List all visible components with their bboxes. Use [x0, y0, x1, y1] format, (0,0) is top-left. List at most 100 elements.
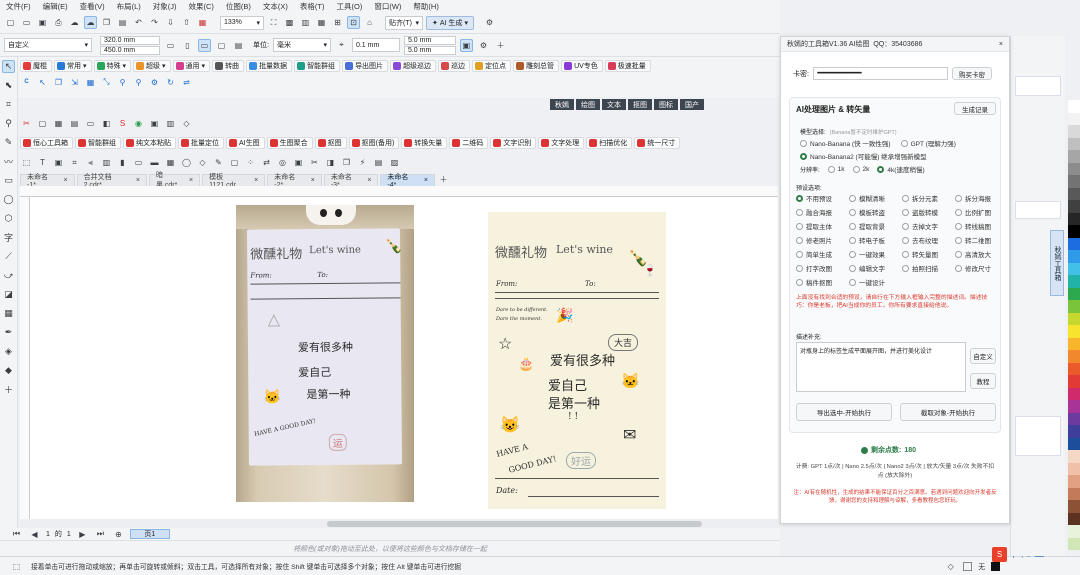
undo-icon[interactable]: ↶: [132, 16, 145, 29]
horizontal-ruler[interactable]: [20, 186, 778, 197]
plugin-qrcode[interactable]: 二维码: [449, 137, 489, 149]
model-radio-banana2[interactable]: Nano-Banana2 (可能慢) 继承增强新模型: [800, 151, 927, 161]
plugin-general[interactable]: 通用 ▾: [172, 60, 211, 72]
close-icon[interactable]: ×: [424, 177, 428, 184]
freehand-tool-icon[interactable]: ✎: [2, 136, 15, 149]
preset-radio[interactable]: 拆分元素: [902, 193, 955, 203]
circle-tool-icon[interactable]: ◉: [132, 117, 145, 130]
add-page-icon[interactable]: ⊕: [112, 528, 125, 541]
color-swatch[interactable]: [1068, 487, 1080, 500]
import-icon[interactable]: ⇩: [164, 16, 177, 29]
color-swatch[interactable]: [1068, 325, 1080, 338]
search-icon[interactable]: ⚲: [132, 76, 145, 89]
records-button[interactable]: 生成记录: [954, 102, 996, 115]
export-selected-button[interactable]: 导出选中-开始执行: [796, 403, 892, 421]
preset-radio[interactable]: 比例扩图: [955, 207, 1008, 217]
color-swatch[interactable]: [1068, 512, 1080, 525]
nav-tab-icons[interactable]: 图标: [654, 99, 678, 110]
preset-radio[interactable]: 拍照扫描: [902, 263, 955, 273]
plugin-anchor[interactable]: 定位点: [472, 60, 512, 72]
menu-window[interactable]: 窗口(W): [374, 1, 401, 12]
crop-tool-icon[interactable]: ⌗: [2, 98, 15, 111]
align-left-icon[interactable]: ⫷: [84, 156, 97, 169]
preset-radio[interactable]: 一键设计: [849, 277, 902, 287]
settings-gear-icon[interactable]: ⚙: [483, 16, 496, 29]
preset-radio[interactable]: 一键效果: [849, 249, 902, 259]
color-swatch[interactable]: [1068, 537, 1080, 550]
rect-icon[interactable]: ▭: [132, 156, 145, 169]
custom-button[interactable]: 自定义: [970, 348, 996, 364]
preset-radio[interactable]: 拆分海报: [955, 193, 1008, 203]
snap-icon[interactable]: ⊡: [347, 16, 360, 29]
plugin-vectorize[interactable]: 转换矢量: [401, 137, 448, 149]
preset-radio[interactable]: 稿件抠图: [796, 277, 849, 287]
plugin-convert-curves[interactable]: 转曲: [212, 60, 245, 72]
welcome-icon[interactable]: ⌂: [363, 16, 376, 29]
nudge-field[interactable]: 0.1 mm: [351, 38, 400, 52]
copy-icon[interactable]: ❐: [100, 16, 113, 29]
color-swatch[interactable]: [1068, 225, 1080, 238]
landscape-icon[interactable]: ▭: [198, 38, 211, 52]
outline-swatch[interactable]: [991, 561, 1000, 571]
color-swatch[interactable]: [1068, 312, 1080, 325]
doc-tab-active[interactable]: 未命名 -4* ×: [380, 173, 435, 189]
close-icon[interactable]: ×: [189, 177, 193, 184]
doc-tab[interactable]: 未命名 -1* ×: [20, 173, 75, 189]
plugin-magic-wand[interactable]: 魔棍: [20, 60, 52, 72]
shape-tool-icon[interactable]: ⬉: [2, 79, 15, 92]
preset-radio[interactable]: 高清放大: [955, 249, 1008, 259]
prev-page-icon[interactable]: ◀: [28, 528, 41, 541]
print-icon[interactable]: ⎙: [52, 16, 65, 29]
next-page-icon[interactable]: ▶: [76, 528, 89, 541]
magnifier-icon[interactable]: ⚲: [116, 76, 129, 89]
close-icon[interactable]: ×: [136, 177, 140, 184]
ellipse-tool-icon[interactable]: ◯: [2, 193, 15, 206]
color-swatch[interactable]: [1068, 462, 1080, 475]
export-icon[interactable]: ⇧: [180, 16, 193, 29]
treat-as-filled-icon[interactable]: ▣: [459, 38, 473, 52]
menu-bitmaps[interactable]: 位图(B): [226, 1, 251, 12]
portrait-icon[interactable]: ▯: [181, 39, 194, 52]
ime-logo-icon[interactable]: S: [992, 547, 1007, 562]
palette-tool-icon[interactable]: ▣: [148, 117, 161, 130]
dup-x-field[interactable]: 5.0 mm: [403, 35, 456, 45]
crop-object-button[interactable]: 截取对象-开始执行: [900, 403, 996, 421]
color-swatch[interactable]: [1068, 212, 1080, 225]
stack-tool-icon[interactable]: ▥: [164, 117, 177, 130]
plugin-common[interactable]: 常用 ▾: [54, 60, 92, 72]
nav-tab-qiuyan[interactable]: 秋嫣: [550, 99, 574, 110]
preset-radio[interactable]: 打字改图: [796, 263, 849, 273]
menu-effects[interactable]: 效果(C): [189, 1, 214, 12]
buy-key-button[interactable]: 购买卡密: [951, 67, 992, 80]
plugin-super-edge[interactable]: 超级巡边: [390, 60, 437, 72]
close-icon[interactable]: ×: [999, 41, 1003, 48]
plugin-scan-optimize[interactable]: 扫描优化: [586, 137, 633, 149]
pages-icon[interactable]: ❐: [340, 156, 353, 169]
all-pages-icon[interactable]: ▭: [164, 39, 177, 52]
polygon-tool-icon[interactable]: ⬡: [2, 212, 15, 225]
plugin-plain-paste[interactable]: 纯文本粘贴: [123, 137, 176, 149]
save2-icon[interactable]: ▤: [372, 156, 385, 169]
box-icon[interactable]: ▢: [228, 156, 241, 169]
pen-icon[interactable]: ✎: [212, 156, 225, 169]
ai-generate-button[interactable]: ✦ AI 生成 ▾: [426, 15, 474, 30]
color-swatch[interactable]: [1068, 150, 1080, 163]
crop-icon[interactable]: ⌗: [68, 156, 81, 169]
nav-tab-cutout[interactable]: 抠图: [628, 99, 652, 110]
diamond-icon[interactable]: ◇: [196, 156, 209, 169]
menu-file[interactable]: 文件(F): [6, 1, 31, 12]
current-page-icon[interactable]: ▢: [215, 39, 228, 52]
preset-radio[interactable]: 去布纹理: [902, 235, 955, 245]
ellipse-icon[interactable]: ◯: [180, 156, 193, 169]
menu-table[interactable]: 表格(T): [300, 1, 325, 12]
preset-radio[interactable]: 融合海报: [796, 207, 849, 217]
interactive-fill-icon[interactable]: ◈: [2, 345, 15, 358]
close-icon[interactable]: ×: [254, 177, 258, 184]
menu-tools[interactable]: 工具(O): [337, 1, 363, 12]
preset-radio[interactable]: 模板转盗: [849, 207, 902, 217]
target-icon[interactable]: ◎: [276, 156, 289, 169]
close-icon[interactable]: ×: [63, 177, 67, 184]
doc-tab[interactable]: 暗黑.cdr*×: [148, 172, 201, 189]
doc-tab[interactable]: 模板1121.cdr ×: [202, 173, 266, 189]
plugin-unify-size[interactable]: 统一尺寸: [634, 137, 681, 149]
